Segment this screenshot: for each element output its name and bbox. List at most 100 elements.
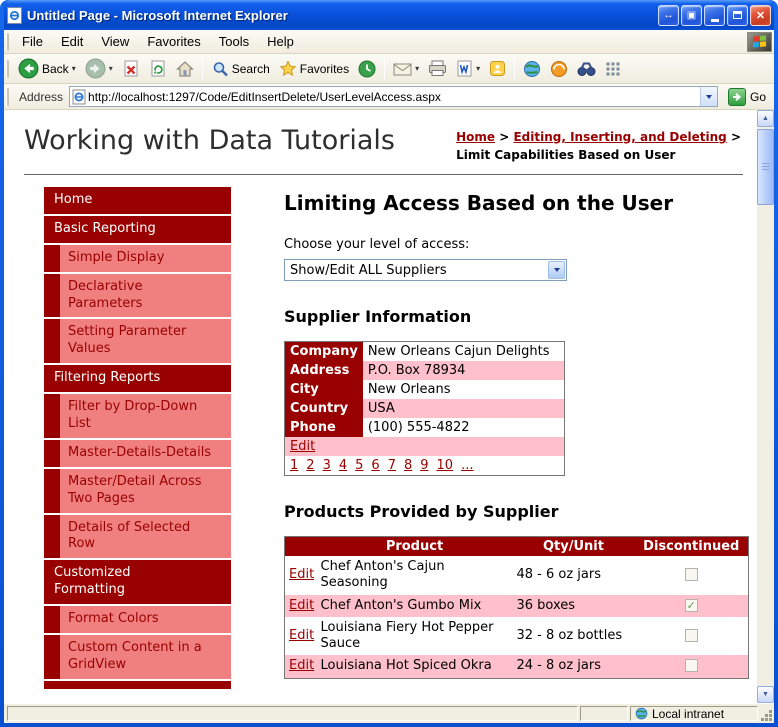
- row-edit-link[interactable]: Edit: [289, 567, 314, 582]
- sidebar-item-custom-content-gridview[interactable]: Custom Content in a GridView: [44, 635, 231, 679]
- pager-page-link[interactable]: 9: [420, 458, 428, 473]
- menubar-grip[interactable]: [6, 32, 9, 51]
- sidebar-item-declarative-parameters[interactable]: Declarative Parameters: [44, 273, 231, 318]
- globe-icon: [524, 60, 541, 77]
- sidebar-item-format-colors[interactable]: Format Colors: [44, 606, 231, 634]
- resize-grip[interactable]: [760, 709, 773, 722]
- sidebar-item-filter-by-dropdown-list[interactable]: Filter by Drop-Down List: [44, 394, 231, 438]
- sidebar-item-customized-formatting[interactable]: Customized Formatting: [44, 560, 231, 605]
- toolbar-grip[interactable]: [6, 59, 9, 78]
- main-content: Limiting Access Based on the User Choose…: [284, 187, 749, 689]
- breadcrumb-home-link[interactable]: Home: [456, 130, 495, 144]
- close-button[interactable]: ✕: [750, 4, 771, 26]
- chevron-down-icon: [553, 268, 560, 272]
- pager-page-link[interactable]: 1: [290, 458, 298, 473]
- table-row: Edit Louisiana Fiery Hot Pepper Sauce 32…: [285, 617, 749, 656]
- back-button[interactable]: Back ▾: [14, 56, 80, 81]
- sidebar-item-setting-parameter-values[interactable]: Setting Parameter Values: [44, 319, 231, 364]
- discontinued-checkbox: ✓: [684, 568, 698, 582]
- go-button[interactable]: Go: [722, 87, 772, 106]
- pager-page-link[interactable]: 8: [404, 458, 412, 473]
- chevron-down-icon[interactable]: ▾: [72, 64, 76, 73]
- pager-page-link[interactable]: 10: [437, 458, 454, 473]
- sidebar-item-basic-reporting[interactable]: Basic Reporting: [44, 215, 231, 243]
- table-row: Address P.O. Box 78934: [284, 361, 565, 380]
- history-button[interactable]: [354, 58, 380, 80]
- sidebar-item-filtering-reports[interactable]: Filtering Reports: [44, 365, 231, 393]
- minimize-button[interactable]: [704, 4, 725, 26]
- sidebar-item-master-details-details[interactable]: Master-Details-Details: [44, 439, 231, 467]
- pager-ellipsis-link[interactable]: ...: [461, 458, 473, 473]
- menubar: File Edit View Favorites Tools Help: [4, 30, 774, 54]
- sidebar-item-clipped[interactable]: [44, 680, 231, 689]
- menu-view[interactable]: View: [92, 32, 138, 51]
- menu-file[interactable]: File: [13, 32, 52, 51]
- menu-help[interactable]: Help: [258, 32, 303, 51]
- maximize-button[interactable]: [727, 4, 748, 26]
- chevron-down-icon[interactable]: ▾: [109, 64, 113, 73]
- addon-research-button[interactable]: [573, 59, 600, 79]
- stop-button[interactable]: [118, 58, 144, 80]
- favorites-button[interactable]: Favorites: [275, 58, 353, 80]
- breadcrumb-separator: >: [499, 130, 510, 144]
- star-icon: [279, 59, 297, 76]
- pager-page-link[interactable]: 3: [323, 458, 331, 473]
- page-icon: [72, 89, 86, 104]
- messenger-button[interactable]: [485, 58, 510, 79]
- chevron-down-icon[interactable]: ▾: [415, 64, 419, 73]
- address-label: Address: [19, 89, 64, 104]
- select-dropdown-button[interactable]: [548, 261, 565, 279]
- scroll-up-button[interactable]: ▲: [757, 110, 774, 127]
- pager-page-link[interactable]: 2: [306, 458, 314, 473]
- pager-page-link[interactable]: 7: [388, 458, 396, 473]
- discontinued-checkbox: ✓: [684, 598, 698, 612]
- menu-edit[interactable]: Edit: [52, 32, 92, 51]
- breadcrumb-separator: >: [730, 130, 741, 144]
- addon-tiles-button[interactable]: [601, 59, 625, 79]
- pager-page-link[interactable]: 6: [371, 458, 379, 473]
- titlebar-extra-button-2[interactable]: ▣: [681, 4, 702, 26]
- address-dropdown-button[interactable]: [699, 87, 717, 106]
- addon-orange-button[interactable]: [546, 58, 572, 80]
- pager-page-link[interactable]: 4: [339, 458, 347, 473]
- address-input[interactable]: [86, 89, 700, 104]
- sidebar-indent-strip: [44, 273, 60, 318]
- scrollbar-thumb[interactable]: [757, 129, 774, 205]
- sidebar-item-master-detail-two-pages[interactable]: Master/Detail Across Two Pages: [44, 468, 231, 513]
- refresh-button[interactable]: [145, 58, 171, 80]
- table-row: Edit Chef Anton's Gumbo Mix 36 boxes ✓: [284, 594, 749, 617]
- vertical-scrollbar[interactable]: ▲ ▼: [757, 110, 774, 703]
- addon-globe-button[interactable]: [519, 58, 545, 80]
- scroll-down-button[interactable]: ▼: [757, 686, 774, 703]
- row-edit-link[interactable]: Edit: [289, 658, 314, 673]
- sidebar-item-simple-display[interactable]: Simple Display: [44, 244, 231, 272]
- menu-tools[interactable]: Tools: [210, 32, 258, 51]
- addressbar-grip[interactable]: [6, 87, 9, 106]
- home-icon: [175, 60, 194, 76]
- column-header-qty: Qty/Unit: [512, 536, 635, 556]
- row-edit-link[interactable]: Edit: [289, 628, 314, 643]
- qty-cell: 32 - 8 oz bottles: [516, 627, 623, 643]
- supplier-edit-link[interactable]: Edit: [290, 439, 315, 454]
- mail-button[interactable]: ▾: [389, 59, 423, 79]
- field-value: P.O. Box 78934: [362, 361, 565, 380]
- browser-window: Untitled Page - Microsoft Internet Explo…: [0, 0, 778, 727]
- home-button[interactable]: [172, 58, 198, 80]
- sidebar-item-home[interactable]: Home: [44, 187, 231, 214]
- titlebar-extra-button-1[interactable]: ↔: [658, 4, 679, 26]
- access-level-select[interactable]: Show/Edit ALL Suppliers: [284, 259, 567, 281]
- breadcrumb-section-link[interactable]: Editing, Inserting, and Deleting: [513, 130, 726, 144]
- row-edit-link[interactable]: Edit: [289, 598, 314, 613]
- globe-icon: [635, 707, 648, 720]
- pager-page-link[interactable]: 5: [355, 458, 363, 473]
- column-header-product: Product: [316, 536, 513, 556]
- sidebar-indent-strip: [44, 439, 60, 467]
- edit-button[interactable]: ▾: [452, 58, 484, 79]
- menu-favorites[interactable]: Favorites: [138, 32, 209, 51]
- chevron-down-icon[interactable]: ▾: [476, 64, 480, 73]
- sidebar-item-details-of-selected-row[interactable]: Details of Selected Row: [44, 514, 231, 559]
- search-button[interactable]: Search: [207, 58, 274, 80]
- forward-button[interactable]: ▾: [81, 56, 117, 81]
- print-button[interactable]: [424, 58, 451, 79]
- history-icon: [358, 60, 376, 77]
